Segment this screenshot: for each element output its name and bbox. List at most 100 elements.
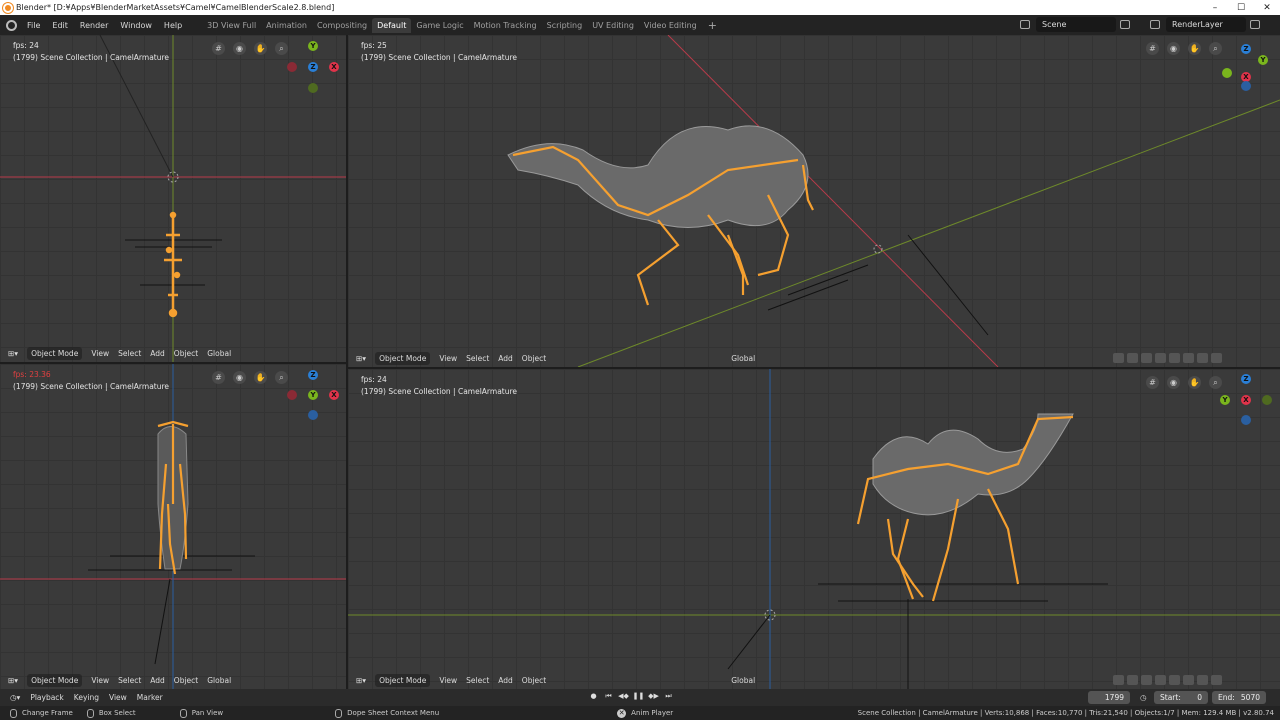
- scene-selector[interactable]: Scene: [1036, 17, 1116, 32]
- anim-player-status[interactable]: ✕ Anim Player: [617, 708, 673, 718]
- camera-icon[interactable]: ◉: [1167, 376, 1180, 389]
- orientation-selector[interactable]: Global: [731, 354, 755, 363]
- orientation-selector[interactable]: Global: [207, 676, 231, 685]
- prev-key-icon[interactable]: ◀◆: [617, 692, 630, 703]
- jump-end-icon[interactable]: ⏭: [662, 692, 675, 703]
- current-frame-field[interactable]: 1799: [1088, 691, 1130, 704]
- menu-add[interactable]: Add: [498, 676, 513, 685]
- camera-icon[interactable]: ◉: [233, 42, 246, 55]
- close-button[interactable]: ✕: [1254, 3, 1280, 13]
- menu-add[interactable]: Add: [150, 349, 165, 358]
- gizmo-neg-x-icon[interactable]: [287, 390, 297, 400]
- gizmo-z-icon[interactable]: Z: [1241, 374, 1251, 384]
- menu-file[interactable]: File: [21, 21, 46, 30]
- mode-selector[interactable]: Object Mode: [27, 673, 83, 687]
- gizmo-y-icon[interactable]: Y: [1220, 395, 1230, 405]
- editor-type-icon[interactable]: ⊞▾: [356, 676, 366, 685]
- wireframe-shading-icon[interactable]: [1169, 353, 1180, 363]
- hand-icon[interactable]: ✋: [254, 42, 267, 55]
- visibility-icon[interactable]: [1113, 675, 1124, 685]
- solid-shading-icon[interactable]: [1183, 353, 1194, 363]
- gizmo-neg-z-icon[interactable]: [1241, 415, 1251, 425]
- grid-icon[interactable]: #: [212, 42, 225, 55]
- viewport-top-right[interactable]: fps: 25 (1799) Scene Collection | CamelAr…: [348, 35, 1280, 367]
- tab-game-logic[interactable]: Game Logic: [411, 18, 468, 33]
- gizmo-neg-y-icon[interactable]: [1262, 395, 1272, 405]
- menu-help[interactable]: Help: [158, 21, 188, 30]
- menu-view[interactable]: View: [91, 349, 109, 358]
- menu-object[interactable]: Object: [174, 349, 198, 358]
- render-layer-selector[interactable]: RenderLayer: [1166, 17, 1246, 32]
- menu-select[interactable]: Select: [118, 676, 141, 685]
- add-workspace-button[interactable]: +: [702, 19, 723, 32]
- menu-keying[interactable]: Keying: [74, 693, 99, 702]
- clock-icon[interactable]: ◷: [1140, 693, 1147, 702]
- mode-selector[interactable]: Object Mode: [375, 673, 431, 687]
- hand-icon[interactable]: ✋: [1188, 376, 1201, 389]
- material-shading-icon[interactable]: [1197, 675, 1208, 685]
- xray-icon[interactable]: [1155, 675, 1166, 685]
- menu-object[interactable]: Object: [174, 676, 198, 685]
- gizmo-x-icon[interactable]: X: [1241, 395, 1251, 405]
- gizmo-z-icon[interactable]: Z: [308, 62, 318, 72]
- menu-add[interactable]: Add: [150, 676, 165, 685]
- rendered-shading-icon[interactable]: [1211, 675, 1222, 685]
- pause-icon[interactable]: ❚❚: [632, 692, 645, 703]
- camera-icon[interactable]: ◉: [1167, 42, 1180, 55]
- orientation-selector[interactable]: Global: [731, 676, 755, 685]
- menu-view[interactable]: View: [439, 354, 457, 363]
- gizmo-toggle-icon[interactable]: [1127, 353, 1138, 363]
- hand-icon[interactable]: ✋: [254, 371, 267, 384]
- gizmo-y-icon[interactable]: Y: [308, 41, 318, 51]
- gizmo-neg-z-icon[interactable]: [1241, 81, 1251, 91]
- wireframe-shading-icon[interactable]: [1169, 675, 1180, 685]
- viewport-bottom-left[interactable]: fps: 23.36 (1799) Scene Collection | Came…: [0, 364, 346, 689]
- overlay-icon[interactable]: [1141, 675, 1152, 685]
- menu-playback[interactable]: Playback: [30, 693, 63, 702]
- gizmo-neg-y-icon[interactable]: [1222, 68, 1232, 78]
- menu-select[interactable]: Select: [466, 676, 489, 685]
- zoom-icon[interactable]: ⌕: [275, 371, 288, 384]
- overlay-icon[interactable]: [1141, 353, 1152, 363]
- gizmo-y-icon[interactable]: Y: [1258, 55, 1268, 65]
- timeline-editor-icon[interactable]: ◷▾: [10, 693, 20, 702]
- menu-window[interactable]: Window: [114, 21, 158, 30]
- gizmo-neg-x-icon[interactable]: [287, 62, 297, 72]
- gizmo-neg-y-icon[interactable]: [308, 83, 318, 93]
- mode-selector[interactable]: Object Mode: [375, 351, 431, 365]
- gizmo-x-icon[interactable]: X: [329, 62, 339, 72]
- new-scene-icon[interactable]: [1120, 20, 1130, 29]
- record-icon[interactable]: ●: [587, 692, 600, 703]
- cancel-icon[interactable]: ✕: [617, 708, 627, 718]
- jump-start-icon[interactable]: ⏮: [602, 692, 615, 703]
- camera-icon[interactable]: ◉: [233, 371, 246, 384]
- zoom-icon[interactable]: ⌕: [1209, 42, 1222, 55]
- material-shading-icon[interactable]: [1197, 353, 1208, 363]
- maximize-button[interactable]: ☐: [1228, 3, 1254, 13]
- grid-icon[interactable]: #: [1146, 42, 1159, 55]
- menu-render[interactable]: Render: [74, 21, 114, 30]
- grid-icon[interactable]: #: [212, 371, 225, 384]
- xray-icon[interactable]: [1155, 353, 1166, 363]
- tab-default[interactable]: Default: [372, 17, 412, 33]
- end-frame-field[interactable]: End: 5070: [1212, 691, 1266, 704]
- menu-select[interactable]: Select: [466, 354, 489, 363]
- gizmo-neg-z-icon[interactable]: [308, 410, 318, 420]
- menu-marker[interactable]: Marker: [137, 693, 163, 702]
- orientation-selector[interactable]: Global: [207, 349, 231, 358]
- menu-select[interactable]: Select: [118, 349, 141, 358]
- menu-add[interactable]: Add: [498, 354, 513, 363]
- start-frame-field[interactable]: Start: 0: [1154, 691, 1208, 704]
- tab-motion-tracking[interactable]: Motion Tracking: [469, 18, 542, 33]
- viewport-bottom-right[interactable]: fps: 24 (1799) Scene Collection | CamelAr…: [348, 369, 1280, 689]
- gizmo-y-icon[interactable]: Y: [308, 390, 318, 400]
- new-render-layer-icon[interactable]: [1250, 20, 1260, 29]
- minimize-button[interactable]: –: [1202, 3, 1228, 13]
- editor-type-icon[interactable]: ⊞▾: [8, 349, 18, 358]
- visibility-icon[interactable]: [1113, 353, 1124, 363]
- tab-video-editing[interactable]: Video Editing: [639, 18, 702, 33]
- zoom-icon[interactable]: ⌕: [1209, 376, 1222, 389]
- gizmo-x-icon[interactable]: X: [329, 390, 339, 400]
- editor-type-icon[interactable]: ⊞▾: [356, 354, 366, 363]
- rendered-shading-icon[interactable]: [1211, 353, 1222, 363]
